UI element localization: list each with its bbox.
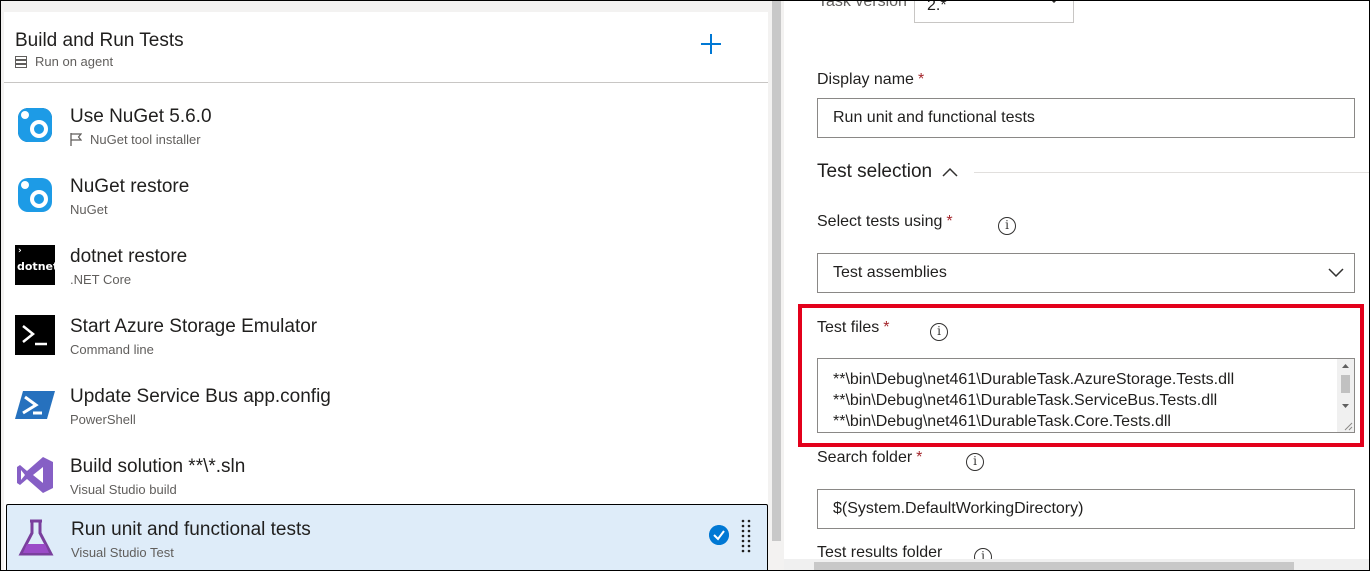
search-folder-label: Search folder * — [817, 449, 922, 467]
checkmark-icon — [709, 525, 729, 545]
task-name: Build solution **\*.sln — [70, 456, 246, 477]
task-details-panel: Task version 2.* Display name * Run unit … — [784, 0, 1369, 570]
scrollbar-thumb[interactable] — [772, 1, 781, 541]
scroll-up-arrow-icon[interactable] — [1337, 359, 1354, 373]
scrollbar-thumb[interactable] — [814, 562, 1294, 570]
test-files-line: **\bin\Debug\net461\DurableTask.AzureSto… — [833, 371, 1235, 388]
resize-grip-icon[interactable] — [1343, 421, 1353, 431]
test-files-line: **\bin\Debug\net461\DurableTask.Core.Tes… — [833, 413, 1171, 430]
required-indicator: * — [946, 213, 953, 230]
nuget-icon — [18, 108, 52, 142]
display-name-input[interactable]: Run unit and functional tests — [817, 98, 1355, 138]
textarea-scrollbar[interactable] — [1337, 359, 1354, 432]
task-name: Use NuGet 5.6.0 — [70, 106, 212, 127]
task-subtitle: .NET Core — [70, 272, 132, 287]
task-subtitle: Visual Studio build — [70, 482, 177, 497]
test-files-label-text: Test files — [817, 319, 880, 336]
task-subtitle: Command line — [70, 342, 154, 357]
drag-handle-icon[interactable] — [740, 519, 752, 555]
flag-icon — [70, 133, 82, 146]
visual-studio-icon — [17, 457, 53, 493]
task-version-label: Task version — [818, 0, 907, 10]
nuget-icon — [18, 178, 52, 212]
vertical-scrollbar[interactable] — [770, 1, 784, 570]
test-files-label: Test files * — [817, 319, 889, 337]
test-files-line: **\bin\Debug\net461\DurableTask.ServiceB… — [833, 392, 1218, 409]
display-name-label-text: Display name — [817, 71, 914, 88]
task-list: Build and Run Tests Run on agent Use NuG… — [4, 12, 768, 570]
required-indicator: * — [883, 319, 890, 336]
task-list-panel: Build and Run Tests Run on agent Use NuG… — [1, 1, 770, 570]
test-files-textarea[interactable]: **\bin\Debug\net461\DurableTask.AzureSto… — [817, 358, 1355, 433]
search-folder-label-text: Search folder — [817, 449, 913, 466]
display-name-label: Display name * — [817, 71, 924, 89]
select-tests-value: Test assemblies — [833, 264, 947, 281]
info-icon[interactable]: i — [998, 217, 1016, 235]
agent-job-header[interactable]: Build and Run Tests Run on agent — [4, 12, 768, 83]
agent-job-subtitle: Run on agent — [15, 54, 113, 69]
task-version-value: 2.* — [927, 0, 947, 14]
add-task-button[interactable] — [699, 32, 723, 56]
task-item-update-service-bus[interactable]: Update Service Bus app.config PowerShell — [4, 370, 768, 440]
pipeline-editor: Build and Run Tests Run on agent Use NuG… — [0, 0, 1370, 571]
select-tests-label: Select tests using * — [817, 213, 953, 231]
task-version-select[interactable]: 2.* — [914, 0, 1074, 23]
task-subtitle: NuGet tool installer — [70, 132, 201, 147]
flask-icon — [18, 519, 54, 556]
task-subtitle: Visual Studio Test — [71, 545, 174, 560]
task-name: Start Azure Storage Emulator — [70, 316, 318, 337]
powershell-icon — [15, 391, 55, 419]
task-item-dotnet-restore[interactable]: › dotnet dotnet restore .NET Core — [4, 230, 768, 300]
required-indicator: * — [917, 71, 925, 88]
task-item-run-tests[interactable]: Run unit and functional tests Visual Stu… — [6, 504, 768, 570]
chevron-up-icon — [942, 167, 958, 177]
chevron-down-icon — [1328, 268, 1344, 277]
chevron-down-icon — [1051, 1, 1057, 3]
required-indicator: * — [916, 449, 923, 466]
task-subtitle: PowerShell — [70, 412, 136, 427]
task-item-nuget-restore[interactable]: NuGet restore NuGet — [4, 160, 768, 230]
select-tests-label-text: Select tests using — [817, 213, 943, 230]
dotnet-icon: › dotnet — [15, 245, 59, 285]
section-title: Test selection — [817, 161, 933, 182]
task-item-start-storage-emulator[interactable]: Start Azure Storage Emulator Command lin… — [4, 300, 768, 370]
section-divider — [974, 172, 1369, 173]
select-tests-dropdown[interactable]: Test assemblies — [817, 253, 1355, 293]
dotnet-icon-text: dotnet — [17, 260, 59, 273]
task-name: Update Service Bus app.config — [70, 386, 331, 407]
agent-job-title: Build and Run Tests — [15, 30, 184, 51]
task-item-build-solution[interactable]: Build solution **\*.sln Visual Studio bu… — [4, 440, 768, 510]
info-icon[interactable]: i — [966, 453, 984, 471]
info-icon[interactable]: i — [930, 323, 948, 341]
test-selection-section-header[interactable]: Test selection — [817, 161, 958, 183]
task-name: NuGet restore — [70, 176, 190, 197]
command-line-icon — [15, 315, 55, 355]
task-name: Run unit and functional tests — [71, 519, 311, 540]
horizontal-scrollbar[interactable] — [784, 559, 1369, 570]
task-item-use-nuget[interactable]: Use NuGet 5.6.0 NuGet tool installer — [4, 90, 768, 160]
task-subtitle: NuGet — [70, 202, 108, 217]
scrollbar-thumb[interactable] — [1341, 375, 1350, 393]
agent-job-subtitle-text: Run on agent — [35, 54, 114, 69]
task-subtitle-text: NuGet tool installer — [90, 132, 201, 147]
scroll-down-arrow-icon[interactable] — [1337, 399, 1354, 413]
search-folder-input[interactable]: $(System.DefaultWorkingDirectory) — [817, 489, 1355, 529]
task-name: dotnet restore — [70, 246, 188, 267]
server-icon — [15, 55, 27, 68]
